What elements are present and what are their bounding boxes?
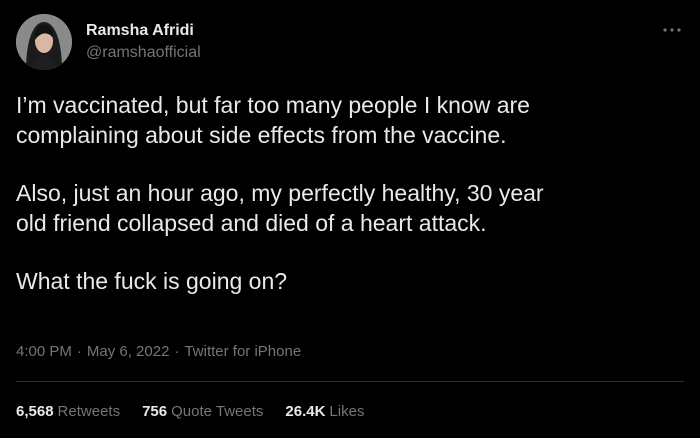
retweets-count: 6,568 — [16, 403, 54, 420]
author-handle[interactable]: @ramshaofficial — [86, 43, 201, 63]
tweet-date[interactable]: May 6, 2022 — [87, 343, 170, 360]
tweet-stats: 6,568 Retweets 756 Quote Tweets 26.4K Likes — [16, 402, 364, 422]
likes-stat[interactable]: 26.4K Likes — [285, 402, 364, 422]
tweet-source[interactable]: Twitter for iPhone — [184, 343, 301, 360]
retweets-label: Retweets — [57, 403, 121, 420]
tweet-metadata: 4:00 PM · May 6, 2022 · Twitter for iPhone — [16, 342, 301, 362]
avatar[interactable] — [16, 14, 72, 70]
more-horizontal-icon[interactable] — [660, 20, 684, 40]
meta-separator: · — [76, 343, 82, 360]
quote-tweets-label: Quote Tweets — [171, 403, 264, 420]
tweet-paragraph: I’m vaccinated, but far too many people … — [16, 92, 530, 148]
meta-separator: · — [174, 343, 180, 360]
tweet-text: I’m vaccinated, but far too many people … — [16, 90, 684, 296]
likes-count: 26.4K — [285, 403, 326, 420]
author-display-name[interactable]: Ramsha Afridi — [86, 21, 194, 41]
tweet-paragraph: What the fuck is going on? — [16, 268, 288, 294]
retweets-stat[interactable]: 6,568 Retweets — [16, 402, 120, 422]
tweet-time[interactable]: 4:00 PM — [16, 343, 72, 360]
likes-label: Likes — [329, 403, 365, 420]
tweet-card: Ramsha Afridi @ramshaofficial I’m vaccin… — [0, 0, 700, 438]
quote-tweets-count: 756 — [142, 403, 168, 420]
divider — [16, 381, 684, 382]
quote-tweets-stat[interactable]: 756 Quote Tweets — [142, 402, 263, 422]
tweet-paragraph: Also, just an hour ago, my perfectly hea… — [16, 180, 544, 236]
